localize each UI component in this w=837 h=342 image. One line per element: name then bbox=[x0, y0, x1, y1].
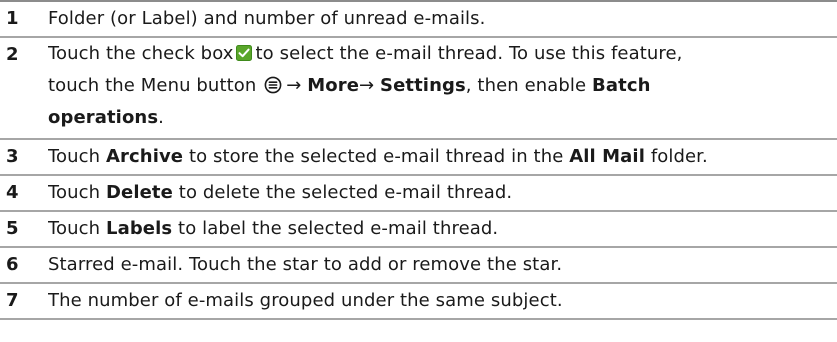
table-row: 7 The number of e-mails grouped under th… bbox=[0, 284, 837, 320]
table-row: 1 Folder (or Label) and number of unread… bbox=[0, 2, 837, 38]
table-row: 2 Touch the check box to select the e-ma… bbox=[0, 38, 837, 140]
row-description: Folder (or Label) and number of unread e… bbox=[48, 2, 837, 36]
checkbox-checked-icon bbox=[235, 45, 252, 61]
callout-table: 1 Folder (or Label) and number of unread… bbox=[0, 0, 837, 320]
row-description: Touch Delete to delete the selected e-ma… bbox=[48, 176, 837, 210]
row-text: to label the selected e-mail thread. bbox=[178, 218, 499, 239]
row-text: The number of e-mails grouped under the … bbox=[48, 290, 563, 311]
row-text: Touch bbox=[48, 218, 101, 239]
row-number: 5 bbox=[6, 218, 19, 239]
operations-label: operations bbox=[48, 107, 159, 128]
row-description: Touch Labels to label the selected e-mai… bbox=[48, 212, 837, 246]
row-text: Touch the check box bbox=[48, 43, 234, 64]
delete-label: Delete bbox=[106, 182, 173, 203]
table-row: 5 Touch Labels to label the selected e-m… bbox=[0, 212, 837, 248]
row-text: . bbox=[158, 107, 164, 128]
row-number: 1 bbox=[6, 8, 19, 29]
batch-label: Batch bbox=[592, 75, 651, 96]
row-description: Starred e-mail. Touch the star to add or… bbox=[48, 248, 837, 282]
row-number: 2 bbox=[6, 44, 19, 65]
row-text: Folder (or Label) and number of unread e… bbox=[48, 8, 486, 29]
menu-more-label: More bbox=[307, 75, 359, 96]
table-row: 4 Touch Delete to delete the selected e-… bbox=[0, 176, 837, 212]
row-number: 3 bbox=[6, 146, 19, 167]
row-text: Starred e-mail. Touch the star to add or… bbox=[48, 254, 563, 275]
all-mail-label: All Mail bbox=[569, 146, 645, 167]
row-text: Touch bbox=[48, 182, 101, 203]
row-number: 7 bbox=[6, 290, 19, 311]
archive-label: Archive bbox=[106, 146, 184, 167]
row-description: Touch Archive to store the selected e-ma… bbox=[48, 140, 837, 174]
row-text: to select the e-mail thread. To use this… bbox=[255, 43, 683, 64]
row-text: folder. bbox=[650, 146, 708, 167]
menu-button-icon bbox=[264, 76, 282, 94]
arrow-glyph: → bbox=[286, 75, 302, 96]
table-row: 3 Touch Archive to store the selected e-… bbox=[0, 140, 837, 176]
row-text: Touch bbox=[48, 146, 101, 167]
labels-label: Labels bbox=[106, 218, 173, 239]
arrow-glyph: → bbox=[359, 75, 375, 96]
row-text: touch the Menu button bbox=[48, 75, 257, 96]
row-description: Touch the check box to select the e-mail… bbox=[48, 38, 837, 134]
row-text: , then enable bbox=[465, 75, 587, 96]
settings-label: Settings bbox=[380, 75, 466, 96]
table-row: 6 Starred e-mail. Touch the star to add … bbox=[0, 248, 837, 284]
row-description: The number of e-mails grouped under the … bbox=[48, 284, 837, 318]
row-text: to store the selected e-mail thread in t… bbox=[188, 146, 564, 167]
row-number: 6 bbox=[6, 254, 19, 275]
row-text: to delete the selected e-mail thread. bbox=[178, 182, 513, 203]
row-number: 4 bbox=[6, 182, 19, 203]
